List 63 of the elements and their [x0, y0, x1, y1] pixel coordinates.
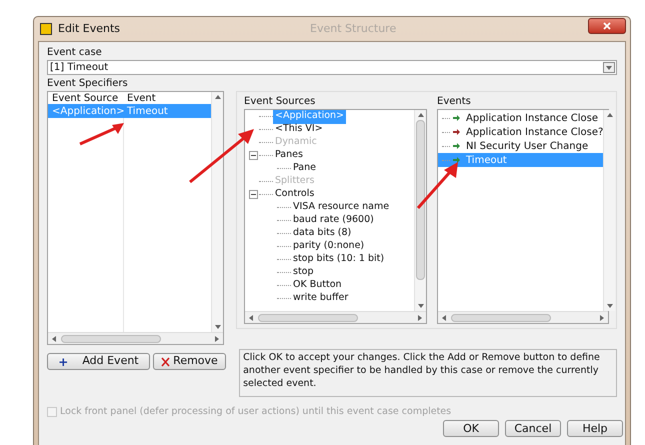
- scroll-right-icon[interactable]: [417, 314, 423, 320]
- tree-item[interactable]: write buffer: [291, 291, 350, 306]
- vertical-scrollbar[interactable]: [603, 110, 616, 311]
- scroll-down-icon[interactable]: [418, 303, 424, 309]
- dialog-button[interactable]: Help: [567, 420, 623, 438]
- table-cell-text: <Application>: [51, 104, 123, 118]
- horizontal-scrollbar[interactable]: [245, 311, 426, 323]
- events-label: Events: [437, 95, 472, 109]
- horizontal-scrollbar[interactable]: [48, 332, 223, 344]
- dropdown-button[interactable]: [603, 62, 615, 73]
- scroll-right-icon[interactable]: [214, 336, 220, 342]
- window-title: Edit Events: [58, 20, 120, 37]
- lock-checkbox-label: Lock front panel (defer processing of user actions) until this event case completes: [60, 405, 452, 419]
- scroll-left-icon[interactable]: [51, 336, 57, 342]
- app-icon: [40, 23, 52, 35]
- scroll-up-icon[interactable]: [606, 112, 613, 118]
- minus-icon[interactable]: [249, 151, 258, 160]
- event-item[interactable]: NI Security User Change: [438, 139, 604, 153]
- tree-item[interactable]: data bits (8): [291, 226, 354, 241]
- column-header[interactable]: Event Source: [48, 90, 123, 106]
- scroll-down-icon[interactable]: [214, 324, 220, 330]
- event-sources-label: Event Sources: [244, 95, 316, 109]
- scroll-left-icon[interactable]: [248, 314, 254, 320]
- remove-button[interactable]: Remove: [152, 353, 226, 370]
- event-case-label: Event case: [47, 46, 103, 60]
- scroll-up-icon[interactable]: [214, 94, 220, 100]
- close-button[interactable]: [588, 18, 626, 34]
- tree-item[interactable]: Controls: [273, 187, 316, 202]
- add-event-button[interactable]: + Add Event: [47, 353, 150, 370]
- tree-item[interactable]: baud rate (9600): [291, 213, 376, 228]
- scroll-right-icon[interactable]: [599, 314, 605, 320]
- dialog-button[interactable]: OK: [443, 420, 499, 438]
- tree-item[interactable]: stop: [291, 265, 316, 280]
- tree-item[interactable]: stop bits (10: 1 bit): [291, 252, 386, 267]
- event-item[interactable]: Application Instance Close?: [438, 125, 604, 139]
- annotation-arrow: [416, 160, 460, 210]
- horizontal-scrollbar[interactable]: [438, 311, 608, 323]
- scroll-left-icon[interactable]: [441, 314, 447, 320]
- tree-item[interactable]: <This VI>: [273, 122, 325, 137]
- caret-icon[interactable]: [606, 64, 612, 70]
- close-icon: [603, 22, 611, 30]
- table-cell-text: Timeout: [126, 104, 169, 118]
- column-header[interactable]: Event: [123, 90, 211, 106]
- tree-item[interactable]: Pane: [291, 161, 318, 176]
- event-item[interactable]: Application Instance Close: [438, 111, 604, 125]
- tree-item[interactable]: OK Button: [291, 278, 344, 293]
- remove-icon: [161, 356, 170, 366]
- minus-icon[interactable]: [249, 190, 258, 199]
- help-text: Click OK to accept your changes. Click the Add or Remove button to define another event specifier to be handled by this case or remove the currently selected event.: [239, 349, 618, 397]
- plus-icon: +: [58, 352, 68, 370]
- event-specifiers-label: Event Specifiers: [47, 77, 129, 91]
- tree-item[interactable]: Panes: [273, 148, 305, 163]
- scroll-up-icon[interactable]: [418, 112, 424, 118]
- tree-item[interactable]: parity (0:none): [291, 239, 366, 254]
- tree-item[interactable]: VISA resource name: [291, 200, 392, 215]
- annotation-arrow: [78, 120, 126, 146]
- event-case-dropdown[interactable]: [1] Timeout: [47, 60, 617, 75]
- vertical-scrollbar[interactable]: [414, 110, 426, 311]
- scroll-down-icon[interactable]: [606, 303, 613, 309]
- annotation-arrow: [188, 126, 256, 184]
- vertical-scrollbar[interactable]: [211, 92, 223, 332]
- background-title: Event Structure: [310, 20, 396, 37]
- dialog-button[interactable]: Cancel: [505, 420, 561, 438]
